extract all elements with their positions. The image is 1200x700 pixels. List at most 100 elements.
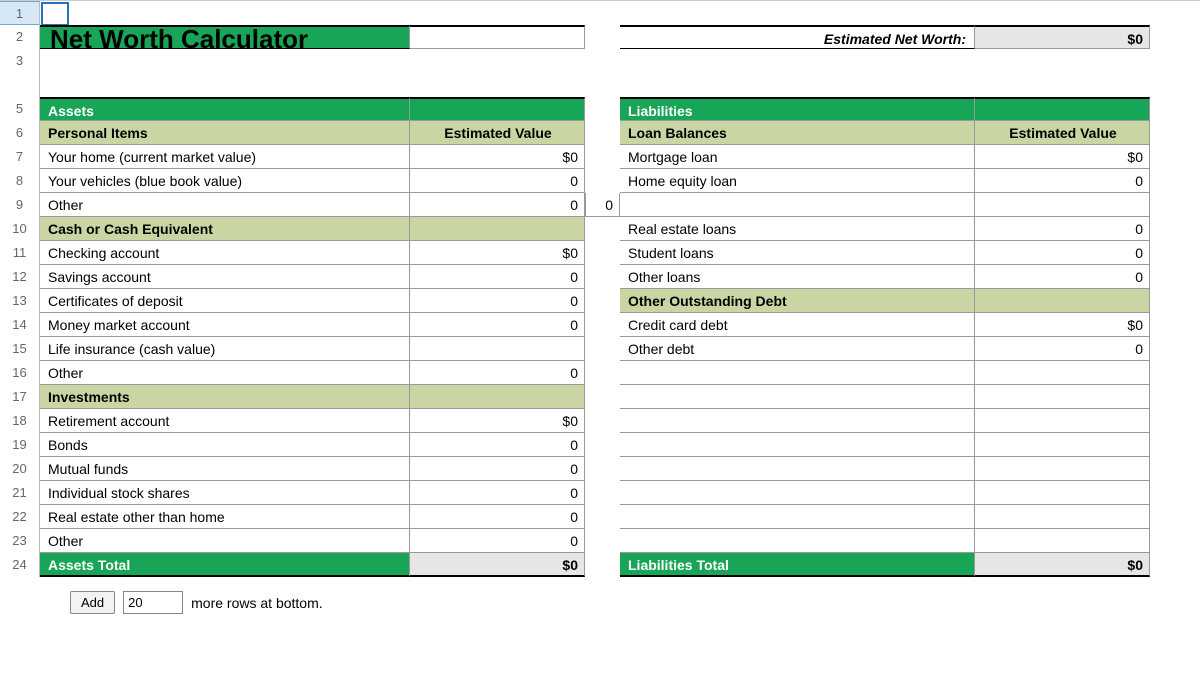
cell[interactable]	[975, 409, 1150, 433]
liab-item-label[interactable]: Other debt	[620, 337, 975, 361]
asset-item-label[interactable]: Checking account	[40, 241, 410, 265]
cell[interactable]	[585, 145, 620, 169]
cell[interactable]	[585, 433, 620, 457]
row-number[interactable]: 6	[0, 121, 40, 145]
cell[interactable]	[585, 1, 620, 25]
cell[interactable]	[585, 169, 620, 193]
asset-item-label[interactable]: Real estate other than home	[40, 505, 410, 529]
cell[interactable]	[620, 385, 975, 409]
cell[interactable]	[585, 289, 620, 313]
liab-item-label[interactable]: Home equity loan	[620, 169, 975, 193]
asset-item-label[interactable]: Certificates of deposit	[40, 289, 410, 313]
cell[interactable]	[620, 409, 975, 433]
cell[interactable]	[620, 49, 975, 73]
asset-item-label[interactable]: Money market account	[40, 313, 410, 337]
add-rows-button[interactable]: Add	[70, 591, 115, 614]
row-number[interactable]: 8	[0, 169, 40, 193]
cell[interactable]	[620, 1, 975, 25]
asset-item-label[interactable]: Other	[40, 193, 410, 217]
cell[interactable]	[975, 361, 1150, 385]
liab-item-label[interactable]: Credit card debt	[620, 313, 975, 337]
asset-item-value[interactable]: 0	[410, 529, 585, 553]
asset-item-label[interactable]: Savings account	[40, 265, 410, 289]
liab-item-value[interactable]: $0	[975, 313, 1150, 337]
asset-item-label[interactable]: Individual stock shares	[40, 481, 410, 505]
row-number[interactable]: 3	[0, 49, 40, 73]
cell[interactable]	[585, 385, 620, 409]
liab-item-label[interactable]: Real estate loans	[620, 217, 975, 241]
cell[interactable]	[585, 217, 620, 241]
cell[interactable]	[585, 241, 620, 265]
cell[interactable]	[620, 73, 975, 97]
cell[interactable]	[585, 457, 620, 481]
cell[interactable]	[585, 49, 620, 73]
row-number[interactable]: 21	[0, 481, 40, 505]
cell[interactable]	[585, 409, 620, 433]
row-number[interactable]: 15	[0, 337, 40, 361]
row-number[interactable]: 23	[0, 529, 40, 553]
asset-item-value[interactable]: $0	[410, 409, 585, 433]
cell[interactable]	[975, 49, 1150, 73]
cell[interactable]	[620, 529, 975, 553]
cell[interactable]	[620, 481, 975, 505]
cell[interactable]	[975, 1, 1150, 25]
cell[interactable]	[975, 529, 1150, 553]
cell[interactable]	[585, 337, 620, 361]
row-number[interactable]: 24	[0, 553, 40, 577]
cell[interactable]	[585, 73, 620, 97]
asset-item-value[interactable]: 0	[410, 169, 585, 193]
row-number[interactable]: 13	[0, 289, 40, 313]
liab-item-value[interactable]: 0	[975, 241, 1150, 265]
liab-item-value[interactable]: 0	[975, 337, 1150, 361]
cell[interactable]	[975, 457, 1150, 481]
asset-item-label[interactable]: Other	[40, 361, 410, 385]
cell[interactable]	[585, 313, 620, 337]
asset-item-label[interactable]: Your vehicles (blue book value)	[40, 169, 410, 193]
cell[interactable]	[410, 49, 585, 73]
asset-item-value[interactable]: $0	[410, 241, 585, 265]
liab-item-value[interactable]: $0	[975, 145, 1150, 169]
cell[interactable]	[620, 433, 975, 457]
cell[interactable]	[585, 265, 620, 289]
asset-item-label[interactable]: Other	[40, 529, 410, 553]
cell[interactable]	[410, 73, 585, 97]
row-number[interactable]: 9	[0, 193, 40, 217]
asset-item-value[interactable]: 0	[410, 481, 585, 505]
row-number[interactable]: 20	[0, 457, 40, 481]
row-number[interactable]: 1	[0, 1, 40, 25]
row-number[interactable]: 18	[0, 409, 40, 433]
cell[interactable]	[620, 457, 975, 481]
liab-item-label[interactable]: Student loans	[620, 241, 975, 265]
asset-item-label[interactable]: Bonds	[40, 433, 410, 457]
cell[interactable]	[975, 481, 1150, 505]
row-number[interactable]: 5	[0, 97, 40, 121]
asset-item-label[interactable]: Mutual funds	[40, 457, 410, 481]
asset-item-value[interactable]: 0	[410, 265, 585, 289]
liab-item-value[interactable]: 0	[975, 265, 1150, 289]
cell[interactable]	[40, 73, 410, 97]
row-number[interactable]: 11	[0, 241, 40, 265]
cell[interactable]	[585, 553, 620, 577]
asset-item-label[interactable]: Life insurance (cash value)	[40, 337, 410, 361]
liab-item-value[interactable]: 0	[975, 169, 1150, 193]
cell[interactable]	[585, 481, 620, 505]
cell[interactable]	[975, 385, 1150, 409]
row-number[interactable]: 19	[0, 433, 40, 457]
cell[interactable]	[585, 121, 620, 145]
cell[interactable]	[620, 505, 975, 529]
liab-item-label[interactable]: Mortgage loan	[620, 145, 975, 169]
cell[interactable]	[975, 505, 1150, 529]
asset-item-label[interactable]: Your home (current market value)	[40, 145, 410, 169]
cell[interactable]	[410, 25, 585, 49]
cell[interactable]	[585, 25, 620, 49]
row-number[interactable]: 2	[0, 25, 40, 49]
liab-item-value[interactable]	[975, 193, 1150, 217]
asset-item-value[interactable]: $0	[410, 145, 585, 169]
asset-item-value[interactable]: 0	[410, 313, 585, 337]
cell[interactable]	[585, 529, 620, 553]
row-number[interactable]: 16	[0, 361, 40, 385]
liab-item-label[interactable]: Other loans	[620, 265, 975, 289]
row-number[interactable]: 17	[0, 385, 40, 409]
asset-item-value[interactable]: 0	[410, 289, 585, 313]
asset-item-value[interactable]: 0	[410, 193, 585, 217]
